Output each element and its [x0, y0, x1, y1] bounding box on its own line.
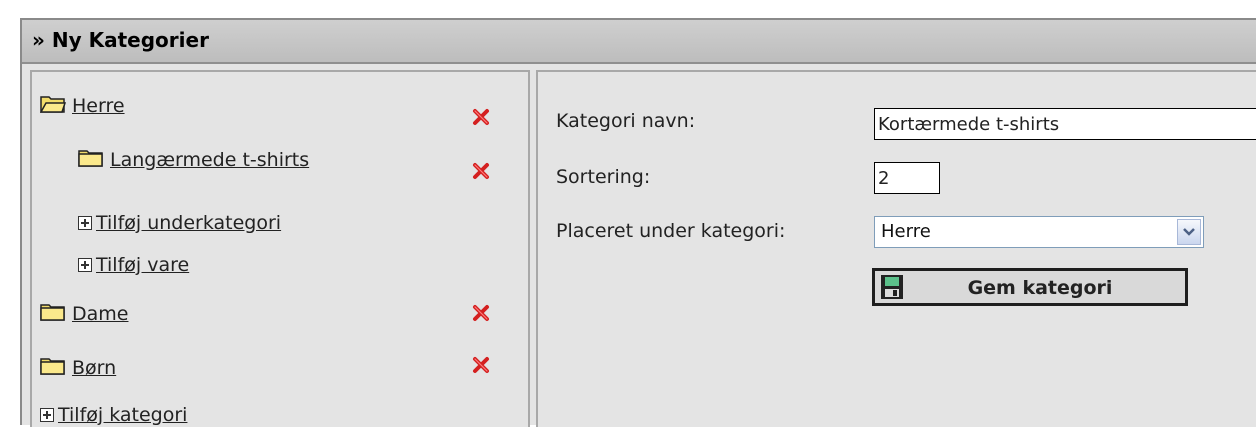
folder-closed-icon	[78, 148, 104, 173]
delete-dame-icon[interactable]	[472, 304, 490, 322]
plus-icon	[78, 257, 92, 272]
category-tree: Herre Langærmede t-shirts Tilføj underka…	[30, 70, 530, 427]
tree-item-born: Børn	[40, 356, 116, 386]
plus-icon	[78, 215, 92, 230]
save-category-label: Gem kategori	[967, 277, 1113, 299]
tree-item-add-product: Tilføj vare	[78, 254, 189, 284]
tree-item-langaermede: Langærmede t-shirts	[78, 148, 309, 178]
save-category-button[interactable]: Gem kategori	[872, 268, 1188, 306]
category-panel: » Ny Kategorier Herre Langærmede t-shirt	[20, 18, 1256, 427]
tree-link-dame[interactable]: Dame	[72, 303, 128, 325]
tree-item-add-category: Tilføj kategori	[40, 404, 187, 434]
sort-input[interactable]	[874, 162, 940, 194]
tree-link-langaermede[interactable]: Langærmede t-shirts	[110, 149, 309, 171]
panel-title: » Ny Kategorier	[32, 28, 209, 52]
parent-category-select[interactable]: Herre	[874, 216, 1204, 248]
tree-link-herre[interactable]: Herre	[72, 95, 125, 117]
delete-herre-icon[interactable]	[472, 108, 490, 126]
chevron-down-icon[interactable]	[1177, 219, 1201, 245]
folder-closed-icon	[40, 302, 66, 327]
clipped-top-text: · · ·	[0, 0, 1256, 14]
parent-category-value: Herre	[881, 221, 931, 242]
tree-item-dame: Dame	[40, 302, 128, 332]
panel-header: » Ny Kategorier	[22, 20, 1256, 64]
tree-item-herre: Herre	[39, 94, 125, 124]
folder-open-icon	[39, 94, 67, 119]
delete-born-icon[interactable]	[472, 356, 490, 374]
add-product-link[interactable]: Tilføj vare	[96, 254, 189, 276]
sort-label: Sortering:	[556, 166, 651, 188]
tree-item-add-subcategory: Tilføj underkategori	[78, 212, 281, 242]
plus-icon	[40, 407, 54, 422]
folder-closed-icon	[40, 356, 66, 381]
category-name-input[interactable]	[874, 108, 1256, 140]
parent-category-label: Placeret under kategori:	[556, 220, 786, 242]
tree-link-born[interactable]: Børn	[72, 357, 116, 379]
delete-langaermede-icon[interactable]	[472, 162, 490, 180]
add-category-link[interactable]: Tilføj kategori	[58, 404, 187, 426]
category-form: Kategori navn: Sortering: Placeret under…	[536, 70, 1256, 427]
category-name-label: Kategori navn:	[556, 110, 696, 132]
add-subcategory-link[interactable]: Tilføj underkategori	[96, 212, 281, 234]
